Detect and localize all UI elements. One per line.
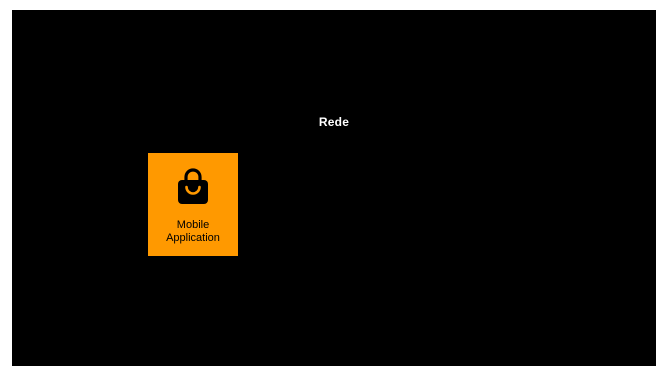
app-tile-label: Mobile Application: [148, 219, 238, 245]
shopping-bag-icon: [178, 168, 208, 204]
page-title: Rede: [318, 115, 350, 129]
app-tile-mobile-application[interactable]: Mobile Application: [148, 153, 238, 256]
tv-screen: Rede Mobile Application: [12, 10, 656, 366]
app-tile-label-line2: Application: [166, 232, 220, 244]
app-tile-label-line1: Mobile: [176, 219, 210, 231]
